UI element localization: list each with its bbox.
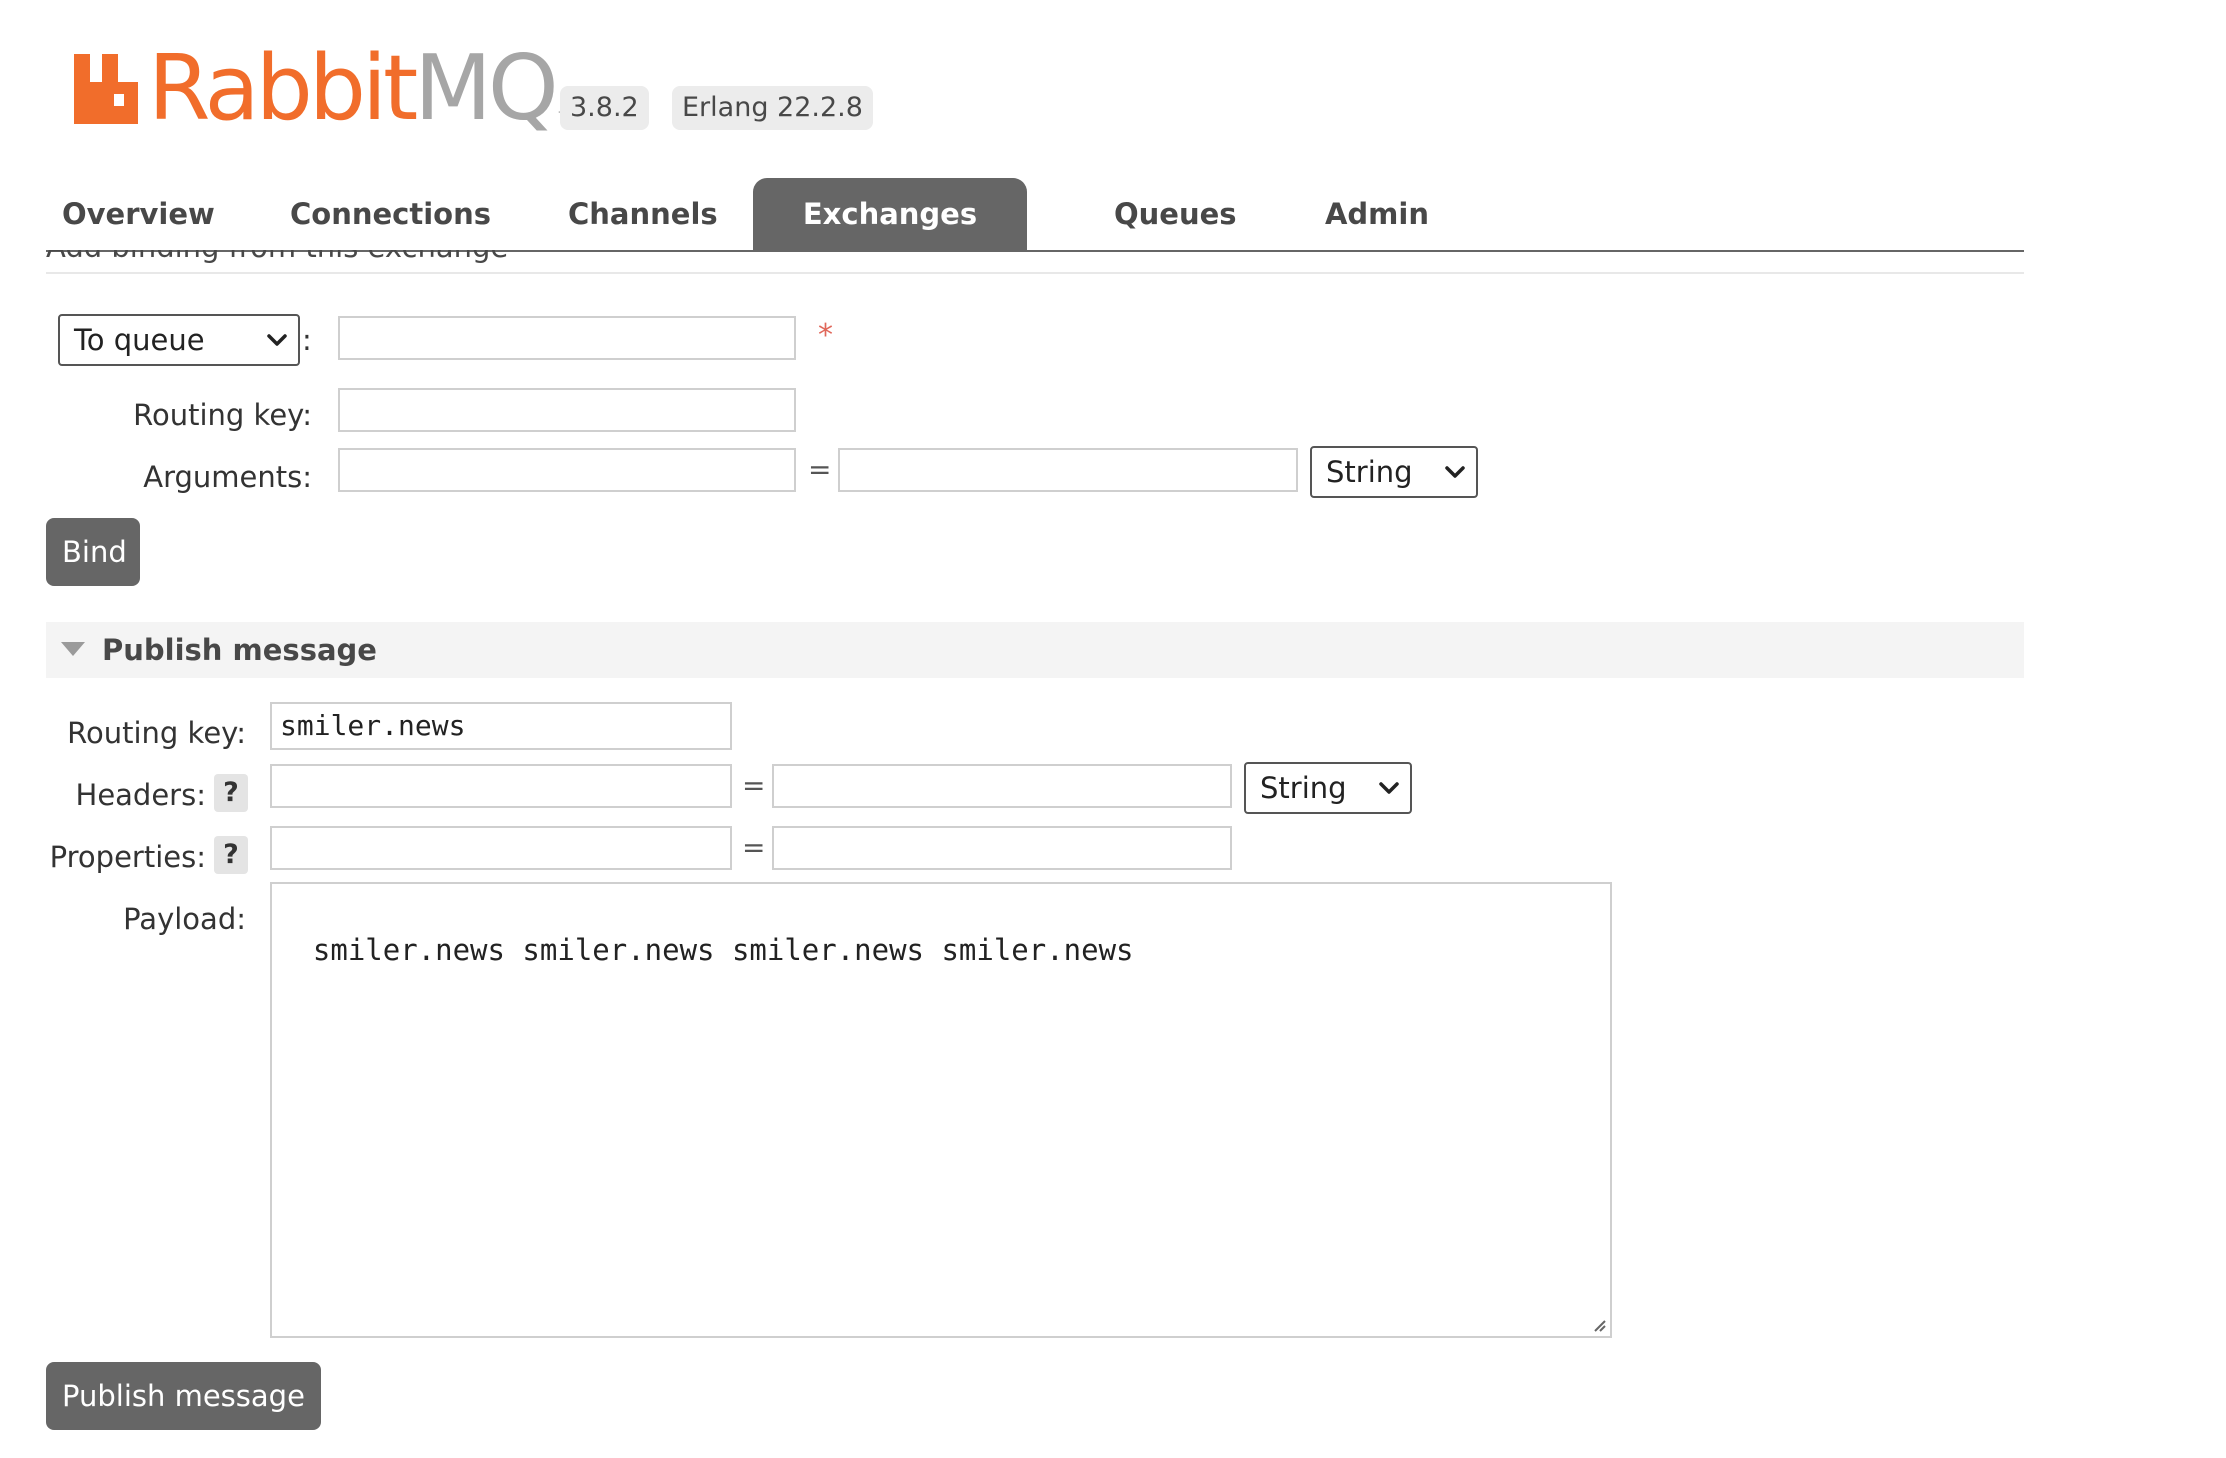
- logo-wordmark: RabbitMQ: [148, 44, 559, 134]
- binding-argument-key-input[interactable]: [338, 448, 796, 492]
- publish-routing-key-input[interactable]: smiler.news: [270, 702, 732, 750]
- header-type-value: String: [1260, 771, 1347, 805]
- header-equals: =: [742, 769, 766, 802]
- binding-section-heading: Add binding from this exchange: [46, 250, 2024, 274]
- header-value-input[interactable]: [772, 764, 1232, 808]
- binding-argument-type-value: String: [1326, 455, 1413, 489]
- headers-help-button[interactable]: ?: [214, 774, 248, 812]
- publish-message-section-title: Publish message: [102, 633, 377, 667]
- logo-wordmark-rabbit: Rabbit: [148, 36, 418, 141]
- property-key-input[interactable]: [270, 826, 732, 870]
- payload-text: smiler.news smiler.news smiler.news smil…: [312, 933, 1134, 967]
- property-equals: =: [742, 831, 766, 864]
- binding-arguments-label: Arguments:: [143, 460, 312, 494]
- tab-overview[interactable]: Overview: [62, 178, 215, 250]
- chevron-down-icon: [1379, 782, 1399, 794]
- main-nav: Overview Connections Channels Exchanges …: [46, 178, 2024, 252]
- tab-channels[interactable]: Channels: [568, 178, 718, 250]
- binding-argument-type-select[interactable]: String: [1310, 446, 1478, 498]
- bind-button[interactable]: Bind: [46, 518, 140, 586]
- resize-handle-icon[interactable]: [1590, 1316, 1606, 1332]
- publish-message-button[interactable]: Publish message: [46, 1362, 321, 1430]
- tab-exchanges[interactable]: Exchanges: [753, 178, 1027, 250]
- rabbitmq-logo-icon: [74, 54, 138, 124]
- chevron-down-icon: [1445, 466, 1465, 478]
- publish-routing-key-label: Routing key:: [67, 716, 246, 750]
- destination-colon: :: [302, 323, 312, 357]
- required-marker: *: [818, 318, 833, 353]
- binding-heading-text: Add binding from this exchange: [46, 250, 508, 264]
- properties-help-button[interactable]: ?: [214, 836, 248, 874]
- payload-label: Payload:: [123, 902, 246, 936]
- chevron-down-icon: [267, 334, 287, 346]
- binding-routing-key-input[interactable]: [338, 388, 796, 432]
- payload-textarea[interactable]: smiler.news smiler.news smiler.news smil…: [270, 882, 1612, 1338]
- destination-input[interactable]: [338, 316, 796, 360]
- erlang-version-badge: Erlang 22.2.8: [672, 86, 873, 130]
- headers-label: Headers:: [75, 778, 206, 812]
- tab-connections[interactable]: Connections: [290, 178, 491, 250]
- header-type-select[interactable]: String: [1244, 762, 1412, 814]
- publish-message-section-header[interactable]: Publish message: [46, 622, 2024, 678]
- destination-type-select[interactable]: To queue: [58, 314, 300, 366]
- header-key-input[interactable]: [270, 764, 732, 808]
- rabbitmq-logo[interactable]: RabbitMQ TM: [72, 44, 579, 134]
- tab-admin[interactable]: Admin: [1320, 178, 1434, 250]
- destination-type-value: To queue: [74, 323, 205, 357]
- binding-routing-key-label: Routing key:: [133, 398, 312, 432]
- property-value-input[interactable]: [772, 826, 1232, 870]
- properties-label: Properties:: [49, 840, 206, 874]
- binding-argument-equals: =: [808, 453, 832, 486]
- logo-wordmark-mq: MQ: [414, 36, 558, 141]
- triangle-down-icon: [61, 642, 85, 656]
- binding-argument-value-input[interactable]: [838, 448, 1298, 492]
- version-badge: 3.8.2: [560, 86, 649, 130]
- tab-queues[interactable]: Queues: [1114, 178, 1237, 250]
